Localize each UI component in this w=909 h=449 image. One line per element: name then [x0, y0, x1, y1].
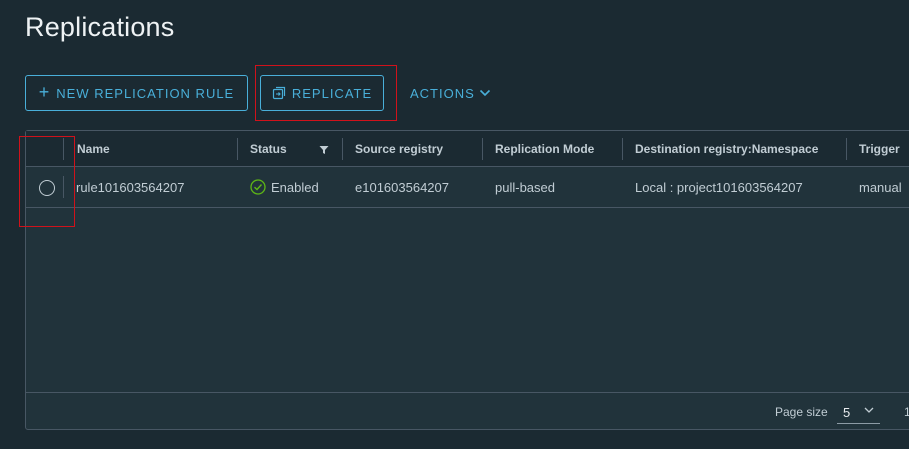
column-separator — [846, 138, 847, 160]
copy-icon — [272, 86, 285, 100]
column-header-trigger[interactable]: Trigger — [859, 131, 900, 167]
new-replication-rule-button[interactable]: + NEW REPLICATION RULE — [25, 75, 248, 111]
filter-icon[interactable] — [319, 145, 329, 155]
column-separator — [482, 138, 483, 160]
new-replication-rule-label: NEW REPLICATION RULE — [56, 85, 235, 101]
cell-destination: Local : project101603564207 — [635, 179, 803, 195]
column-separator — [63, 138, 64, 160]
plus-icon: + — [38, 82, 51, 102]
row-select-radio[interactable] — [39, 180, 55, 196]
cell-status-label: Enabled — [271, 179, 319, 195]
chevron-down-icon — [864, 407, 874, 413]
page-number[interactable]: 1 — [904, 405, 909, 419]
cell-trigger: manual — [859, 179, 902, 195]
column-separator — [342, 138, 343, 160]
page-size-label: Page size — [775, 405, 828, 419]
replicate-label: REPLICATE — [291, 85, 373, 101]
actions-label: ACTIONS — [410, 85, 475, 101]
column-header-replication-mode[interactable]: Replication Mode — [495, 131, 594, 167]
cell-source-registry: e101603564207 — [355, 179, 449, 195]
column-separator — [622, 138, 623, 160]
column-header-status[interactable]: Status — [250, 131, 330, 167]
column-header-source-registry[interactable]: Source registry — [355, 131, 443, 167]
table-row[interactable]: rule101603564207 Enabled e101603564207 p… — [26, 167, 909, 208]
column-header-status-label: Status — [250, 142, 287, 156]
column-header-name[interactable]: Name — [77, 131, 110, 167]
page-size-select[interactable]: 5 — [837, 402, 880, 424]
page-size-value: 5 — [843, 405, 851, 420]
page-title: Replications — [25, 12, 175, 42]
table-footer: Page size 5 1 — [26, 392, 909, 429]
column-separator — [237, 138, 238, 160]
chevron-down-icon — [479, 89, 490, 97]
cell-replication-mode: pull-based — [495, 179, 555, 195]
column-separator — [63, 176, 64, 198]
replications-table: Name Status Source registry Replication … — [25, 130, 909, 430]
replicate-button[interactable]: REPLICATE — [260, 75, 384, 111]
table-header: Name Status Source registry Replication … — [26, 131, 909, 167]
column-header-destination[interactable]: Destination registry:Namespace — [635, 131, 818, 167]
check-circle-icon — [250, 179, 266, 195]
cell-status: Enabled — [250, 167, 319, 207]
cell-name: rule101603564207 — [76, 179, 185, 195]
actions-dropdown[interactable]: ACTIONS — [402, 75, 492, 111]
